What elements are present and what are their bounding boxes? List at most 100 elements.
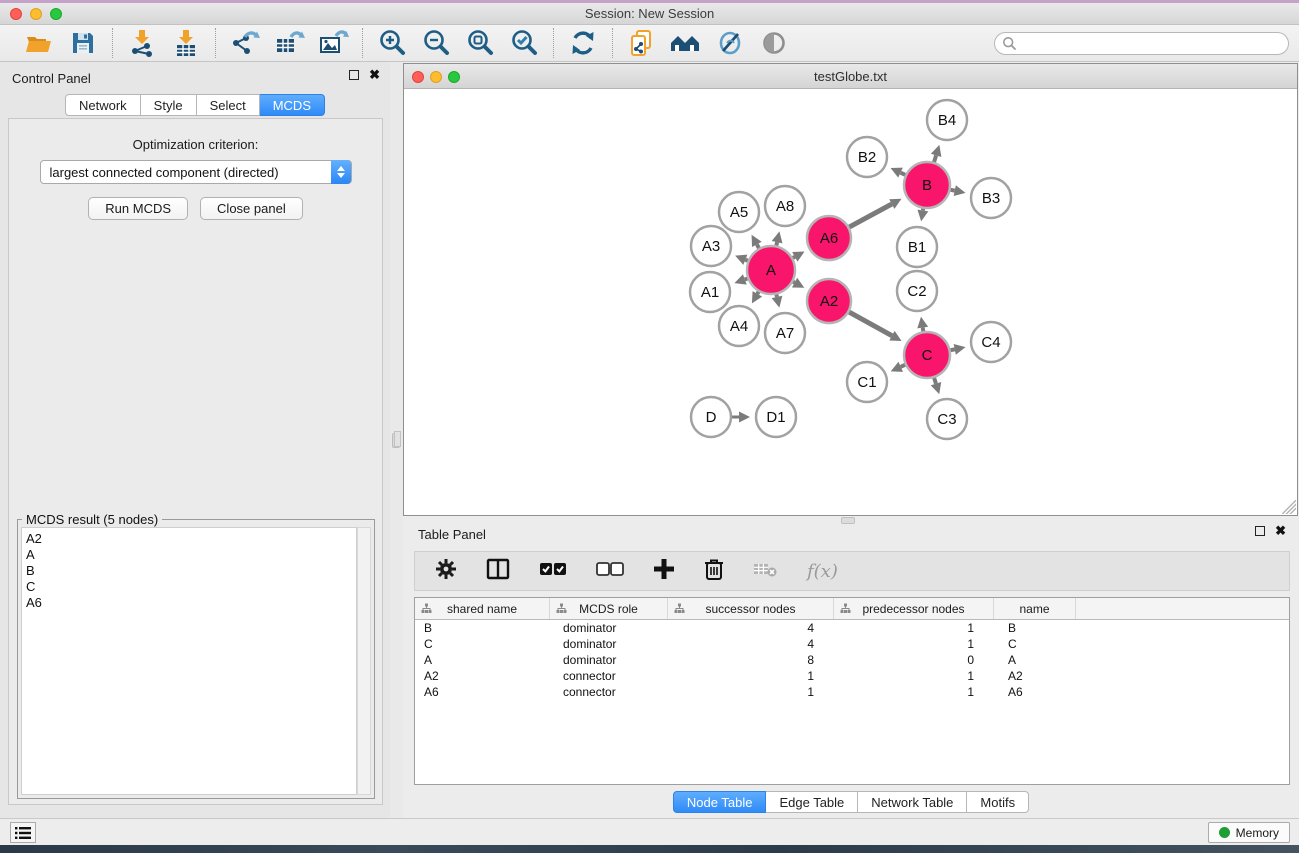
save-session-icon[interactable]: [64, 28, 102, 58]
result-list-scrollbar[interactable]: [357, 527, 371, 795]
graph-node-A1[interactable]: A1: [690, 272, 730, 312]
edge-A2-C[interactable]: [849, 312, 892, 336]
tab-node-table[interactable]: Node Table: [673, 791, 767, 813]
graph-node-D1[interactable]: D1: [756, 397, 796, 437]
edge-A6-B[interactable]: [849, 204, 892, 227]
graph-node-A5[interactable]: A5: [719, 192, 759, 232]
graph-node-A[interactable]: A: [747, 246, 795, 294]
column-header-MCDS-role[interactable]: MCDS role: [550, 598, 668, 619]
tab-mcds[interactable]: MCDS: [260, 94, 325, 116]
column-header-predecessor-nodes[interactable]: predecessor nodes: [834, 598, 994, 619]
graph-node-B1[interactable]: B1: [897, 227, 937, 267]
zoom-in-icon[interactable]: [373, 28, 411, 58]
close-table-panel-icon[interactable]: ✖: [1275, 526, 1286, 536]
deselect-all-icon[interactable]: [595, 558, 625, 585]
gear-icon[interactable]: [434, 557, 458, 586]
tab-edge-table[interactable]: Edge Table: [766, 791, 858, 813]
edge-A-A6[interactable]: [793, 257, 795, 258]
edge-A-A7[interactable]: [776, 294, 777, 296]
zoom-fit-icon[interactable]: [461, 28, 499, 58]
split-column-icon[interactable]: [485, 557, 511, 586]
graph-node-A2[interactable]: A2: [807, 279, 851, 323]
hide-selected-icon[interactable]: [711, 28, 749, 58]
graph-node-B[interactable]: B: [904, 162, 950, 208]
tab-network[interactable]: Network: [65, 94, 141, 116]
edge-A-A1[interactable]: [745, 278, 748, 279]
export-table-icon[interactable]: [270, 28, 308, 58]
float-panel-icon[interactable]: [349, 70, 359, 80]
graph-node-C4[interactable]: C4: [971, 322, 1011, 362]
mcds-result-item[interactable]: B: [26, 563, 356, 579]
tab-motifs[interactable]: Motifs: [967, 791, 1029, 813]
table-row[interactable]: Bdominator41B: [415, 620, 1289, 636]
mcds-result-item[interactable]: C: [26, 579, 356, 595]
export-network-icon[interactable]: [226, 28, 264, 58]
search-input[interactable]: [994, 32, 1289, 55]
edge-B-B3[interactable]: [951, 190, 955, 191]
column-header-successor-nodes[interactable]: successor nodes: [668, 598, 834, 619]
graph-node-B2[interactable]: B2: [847, 137, 887, 177]
edge-A-A4[interactable]: [757, 292, 758, 294]
criterion-dropdown[interactable]: largest connected component (directed): [40, 160, 352, 184]
mcds-result-item[interactable]: A2: [26, 531, 356, 547]
edge-B-B2[interactable]: [901, 173, 906, 175]
select-all-icon[interactable]: [538, 558, 568, 585]
search-icon: [1002, 36, 1017, 51]
zoom-selected-icon[interactable]: [505, 28, 543, 58]
zoom-out-icon[interactable]: [417, 28, 455, 58]
edge-C-C3[interactable]: [934, 378, 936, 384]
import-network-icon[interactable]: [123, 28, 161, 58]
tab-network-table[interactable]: Network Table: [858, 791, 967, 813]
table-cell: connector: [550, 669, 668, 683]
edge-C-C4[interactable]: [951, 349, 955, 350]
open-file-icon[interactable]: [20, 28, 58, 58]
close-panel-icon[interactable]: ✖: [369, 70, 380, 80]
edge-A-A8[interactable]: [776, 242, 777, 245]
column-header-shared-name[interactable]: shared name: [415, 598, 550, 619]
table-row[interactable]: Adominator80A: [415, 652, 1289, 668]
apply-layout-icon[interactable]: [564, 28, 602, 58]
close-panel-button[interactable]: Close panel: [200, 197, 303, 220]
add-column-icon[interactable]: [652, 557, 676, 586]
mcds-result-item[interactable]: A: [26, 547, 356, 563]
edge-A-A2[interactable]: [793, 282, 795, 283]
graph-node-C3[interactable]: C3: [927, 399, 967, 439]
import-table-icon[interactable]: [167, 28, 205, 58]
new-network-from-selection-icon[interactable]: [623, 28, 661, 58]
memory-button[interactable]: Memory: [1208, 822, 1290, 843]
edge-A-A3[interactable]: [745, 260, 747, 261]
task-history-button[interactable]: [10, 822, 36, 843]
graph-node-A8[interactable]: A8: [765, 186, 805, 226]
float-table-panel-icon[interactable]: [1255, 526, 1265, 536]
network-canvas[interactable]: B4 B2 B B3 A5A8A6 B1 A3 A A1 C2 A2 A4A7 C4 C C1 D D1 C3: [404, 89, 1297, 515]
first-neighbors-icon[interactable]: [667, 28, 705, 58]
edge-A-A5[interactable]: [757, 244, 759, 248]
table-row[interactable]: A6connector11A6: [415, 684, 1289, 700]
table-row[interactable]: A2connector11A2: [415, 668, 1289, 684]
graph-node-C2[interactable]: C2: [897, 271, 937, 311]
run-mcds-button[interactable]: Run MCDS: [88, 197, 188, 220]
graph-node-A3[interactable]: A3: [691, 226, 731, 266]
tab-style[interactable]: Style: [141, 94, 197, 116]
table-row[interactable]: Cdominator41C: [415, 636, 1289, 652]
tab-select[interactable]: Select: [197, 94, 260, 116]
graph-node-A4[interactable]: A4: [719, 306, 759, 346]
edge-C-C1[interactable]: [901, 365, 905, 367]
window-resize-grip[interactable]: [1282, 500, 1296, 514]
network-vertical-scrollbar[interactable]: [394, 431, 401, 447]
column-header-name[interactable]: name: [994, 598, 1076, 619]
edge-B-B4[interactable]: [934, 155, 936, 162]
show-graphics-details-icon[interactable]: [755, 28, 793, 58]
graph-node-A6[interactable]: A6: [807, 216, 851, 260]
export-image-icon[interactable]: [314, 28, 352, 58]
graph-node-B3[interactable]: B3: [971, 178, 1011, 218]
graph-node-D[interactable]: D: [691, 397, 731, 437]
delete-column-icon[interactable]: [703, 557, 725, 586]
table-cell: B: [994, 621, 1076, 635]
mcds-result-item[interactable]: A6: [26, 595, 356, 611]
graph-node-A7[interactable]: A7: [765, 313, 805, 353]
graph-node-B4[interactable]: B4: [927, 100, 967, 140]
edge-C-C2[interactable]: [923, 328, 924, 332]
graph-node-C[interactable]: C: [904, 332, 950, 378]
graph-node-C1[interactable]: C1: [847, 362, 887, 402]
